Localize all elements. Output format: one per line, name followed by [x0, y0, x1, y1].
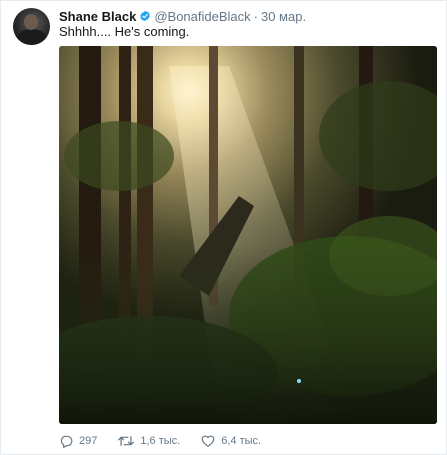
heart-icon: [201, 435, 215, 447]
retweet-icon: [118, 436, 135, 446]
avatar-head: [24, 14, 38, 30]
like-action[interactable]: 6,4 тыс.: [201, 434, 261, 448]
avatar[interactable]: [13, 8, 50, 45]
author-name[interactable]: Shane Black: [59, 9, 136, 24]
tweet-header: Shane Black @BonafideBlack · 30 мар.: [59, 8, 306, 24]
verified-badge-icon: [139, 10, 151, 22]
author-handle[interactable]: @BonafideBlack: [154, 9, 250, 24]
tweet-card[interactable]: Shane Black @BonafideBlack · 30 мар. Shh…: [0, 0, 447, 455]
tweet-media-photo[interactable]: [59, 46, 437, 424]
reply-icon: [60, 435, 73, 448]
reply-count: 297: [79, 435, 98, 447]
tweet-timestamp[interactable]: 30 мар.: [261, 9, 306, 24]
tweet-text: Shhhh.... He's coming.: [59, 24, 190, 39]
reply-action[interactable]: 297: [59, 434, 97, 448]
retweet-action[interactable]: 1,6 тыс.: [118, 434, 180, 448]
tweet-actions: 297 1,6 тыс. 6,4 тыс.: [59, 433, 282, 449]
retweet-count: 1,6 тыс.: [140, 435, 181, 447]
like-count: 6,4 тыс.: [221, 435, 262, 447]
header-separator: ·: [253, 8, 258, 24]
avatar-shoulders: [17, 29, 47, 45]
forest-photo-icon: [59, 46, 437, 424]
